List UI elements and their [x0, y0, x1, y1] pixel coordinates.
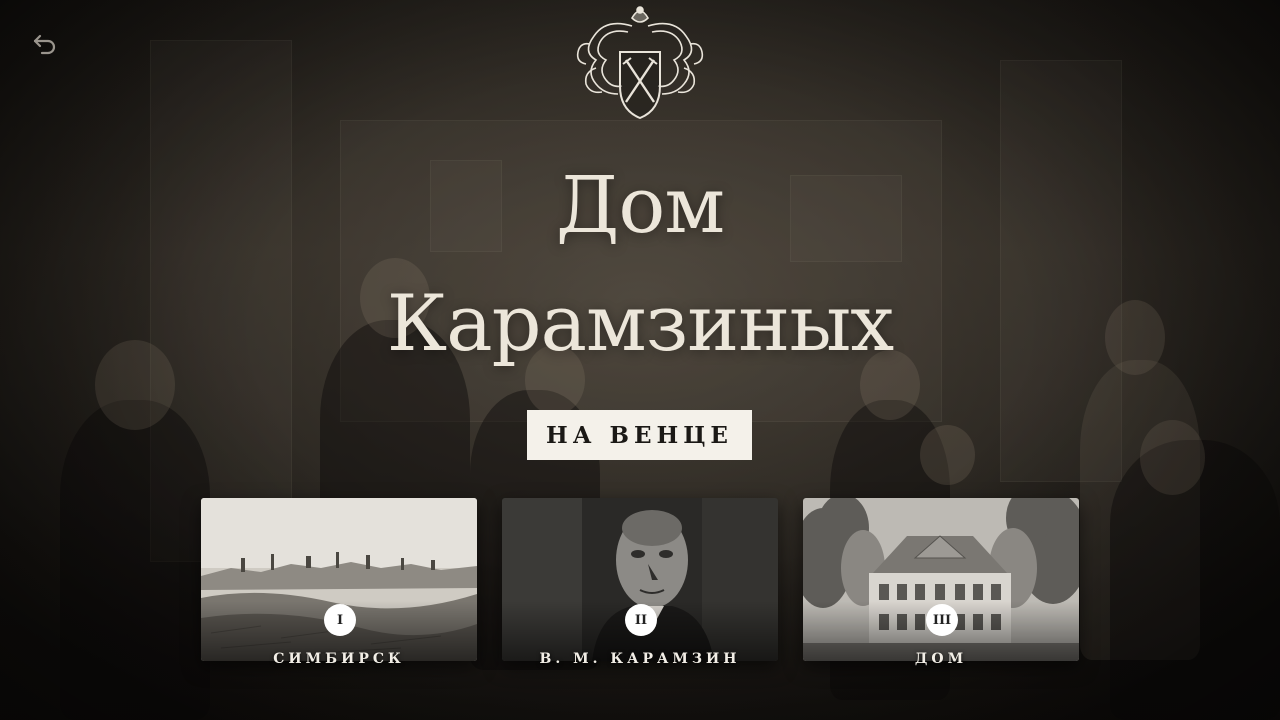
title-line-2: Карамзиных	[386, 279, 895, 369]
card-simbirsk[interactable]: I	[201, 498, 477, 661]
start-screen: Дом Карамзиных НА ВЕНЦЕ I II III СИМБИРС…	[0, 0, 1280, 720]
card-numeral: I	[324, 604, 356, 636]
undo-arrow-icon	[33, 34, 56, 55]
subtitle-badge: НА ВЕНЦЕ	[527, 410, 752, 460]
back-button[interactable]	[28, 30, 62, 60]
subtitle-text: НА ВЕНЦЕ	[546, 421, 733, 449]
title-line-1: Дом	[555, 161, 725, 251]
crest	[574, 2, 706, 122]
card-karamzin[interactable]: II	[502, 498, 778, 661]
card-label-karamzin[interactable]: В. М. КАРАМЗИН	[502, 651, 778, 667]
card-numeral: III	[926, 604, 958, 636]
card-numeral: II	[625, 604, 657, 636]
coat-of-arms-icon	[576, 6, 704, 120]
card-label-house[interactable]: ДОМ	[803, 651, 1079, 667]
card-house[interactable]: III	[803, 498, 1079, 661]
card-label-simbirsk[interactable]: СИМБИРСК	[201, 651, 477, 667]
